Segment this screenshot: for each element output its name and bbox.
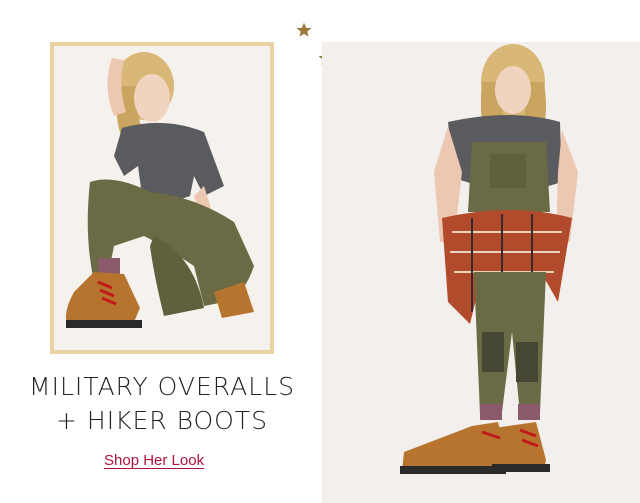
star-icon xyxy=(296,22,312,37)
shop-her-look-link[interactable]: Shop Her Look xyxy=(104,452,204,469)
headline-line-2: + HIKER BOOTS xyxy=(56,406,268,435)
seated-model-illustration xyxy=(54,46,270,350)
right-model-photo[interactable] xyxy=(322,42,640,503)
headline-line-1: MILITARY OVERALLS xyxy=(29,372,295,401)
standing-model-illustration xyxy=(322,42,640,503)
left-model-photo[interactable] xyxy=(50,42,274,354)
